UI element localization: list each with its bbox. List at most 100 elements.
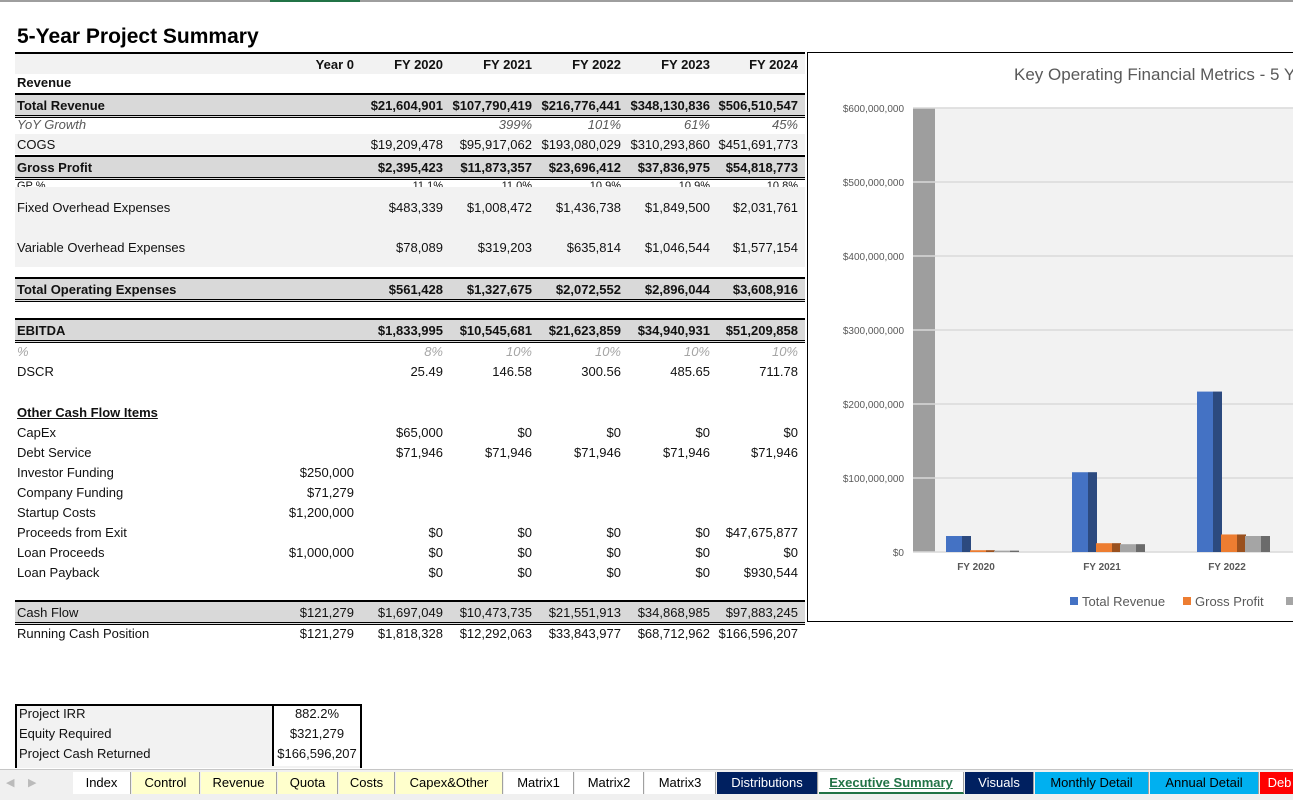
cell-value[interactable]: $21,604,901 xyxy=(354,98,443,113)
sheet-tab[interactable]: Index xyxy=(73,772,131,794)
cell-value[interactable]: $23,696,412 xyxy=(532,160,621,175)
sheet-tab[interactable]: Visuals xyxy=(965,772,1034,794)
cell-value[interactable]: $21,623,859 xyxy=(532,323,621,338)
cell-value[interactable]: $451,691,773 xyxy=(710,137,798,152)
sheet-tab[interactable]: Matrix2 xyxy=(575,772,644,794)
cell-value[interactable]: $216,776,441 xyxy=(532,98,621,113)
cell-value[interactable]: $0 xyxy=(443,545,532,560)
cell-value[interactable]: $121,279 xyxy=(287,605,354,620)
cell-value[interactable]: $71,946 xyxy=(532,445,621,460)
cell-value[interactable]: $51,209,858 xyxy=(710,323,798,338)
cell-value[interactable]: 25.49 xyxy=(354,364,443,379)
cell-value[interactable]: $2,031,761 xyxy=(710,200,798,215)
cell-value[interactable]: $11,873,357 xyxy=(443,160,532,175)
cell-value[interactable]: $0 xyxy=(621,545,710,560)
cell-value[interactable]: 45% xyxy=(710,117,798,132)
sheet-tab[interactable]: Matrix3 xyxy=(645,772,716,794)
cell-value[interactable]: $2,072,552 xyxy=(532,282,621,297)
cell-value[interactable]: $107,790,419 xyxy=(443,98,532,113)
sheet-tab[interactable]: Revenue xyxy=(201,772,277,794)
sheet-tab[interactable]: Monthly Detail xyxy=(1035,772,1149,794)
sheet-tab[interactable]: Quota xyxy=(278,772,338,794)
sheet-tab[interactable]: Costs xyxy=(339,772,395,794)
cell-value[interactable]: $71,946 xyxy=(710,445,798,460)
cell-value[interactable]: $65,000 xyxy=(354,425,443,440)
chart-key-metrics[interactable]: Key Operating Financial Metrics - 5 Ye $… xyxy=(807,52,1293,622)
sheet-tab[interactable]: Matrix1 xyxy=(504,772,574,794)
cell-value[interactable]: $0 xyxy=(710,545,798,560)
sheet-tab[interactable]: Deb xyxy=(1260,772,1293,794)
cell-value[interactable]: 10% xyxy=(621,344,710,359)
cell-value[interactable]: $34,940,931 xyxy=(621,323,710,338)
cell-value[interactable]: $0 xyxy=(532,545,621,560)
cell-value[interactable]: $1,327,675 xyxy=(443,282,532,297)
cell-value[interactable]: 10% xyxy=(710,344,798,359)
cell-value[interactable]: 399% xyxy=(443,117,532,132)
cell-value[interactable]: $319,203 xyxy=(443,240,532,255)
cell-value[interactable]: $1,000,000 xyxy=(287,545,354,560)
cell-value[interactable]: $2,395,423 xyxy=(354,160,443,175)
cell-value[interactable]: 101% xyxy=(532,117,621,132)
cell-value[interactable]: $71,946 xyxy=(621,445,710,460)
sheet-tab[interactable]: Annual Detail xyxy=(1150,772,1259,794)
cell-value[interactable]: $10,545,681 xyxy=(443,323,532,338)
cell-value[interactable]: $193,080,029 xyxy=(532,137,621,152)
cell-value[interactable]: $1,436,738 xyxy=(532,200,621,215)
cell-value[interactable]: 8% xyxy=(354,344,443,359)
sheet-tab[interactable]: Executive Summary xyxy=(819,772,964,794)
cell-value[interactable]: $1,577,154 xyxy=(710,240,798,255)
cell-value[interactable]: $3,608,916 xyxy=(710,282,798,297)
cell-value[interactable]: $0 xyxy=(443,565,532,580)
cell-value[interactable]: $0 xyxy=(443,525,532,540)
cell-value[interactable]: 10% xyxy=(532,344,621,359)
cell-value[interactable]: 10% xyxy=(443,344,532,359)
cell-value[interactable]: $0 xyxy=(710,425,798,440)
cell-value[interactable]: $37,836,975 xyxy=(621,160,710,175)
cell-value[interactable]: $0 xyxy=(532,525,621,540)
cell-value[interactable]: $78,089 xyxy=(354,240,443,255)
cell-value[interactable]: 485.65 xyxy=(621,364,710,379)
cell-value[interactable]: $97,883,245 xyxy=(710,605,798,620)
cell-value[interactable]: $0 xyxy=(621,425,710,440)
cell-value[interactable]: $1,008,472 xyxy=(443,200,532,215)
scroll-left-icon[interactable]: ◀ xyxy=(6,776,14,789)
cell-value[interactable]: $561,428 xyxy=(354,282,443,297)
cell-value[interactable]: $250,000 xyxy=(287,465,354,480)
cell-value[interactable]: $33,843,977 xyxy=(532,626,621,641)
cell-value[interactable]: $0 xyxy=(532,565,621,580)
cell-value[interactable]: $1,697,049 xyxy=(354,605,443,620)
cell-value[interactable]: $68,712,962 xyxy=(621,626,710,641)
cell-value[interactable]: $348,130,836 xyxy=(621,98,710,113)
cell-value[interactable]: $0 xyxy=(443,425,532,440)
cell-value[interactable]: $71,946 xyxy=(443,445,532,460)
cell-value[interactable]: $506,510,547 xyxy=(710,98,798,113)
cell-value[interactable]: $166,596,207 xyxy=(710,626,798,641)
sheet-tab[interactable]: Control xyxy=(132,772,200,794)
cell-value[interactable]: $0 xyxy=(354,545,443,560)
cell-value[interactable]: 61% xyxy=(621,117,710,132)
cell-value[interactable]: $12,292,063 xyxy=(443,626,532,641)
cell-value[interactable]: $21,551,913 xyxy=(532,605,621,620)
cell-value[interactable]: $71,946 xyxy=(354,445,443,460)
cell-value[interactable]: $95,917,062 xyxy=(443,137,532,152)
cell-value[interactable]: $1,818,328 xyxy=(354,626,443,641)
cell-value[interactable]: $635,814 xyxy=(532,240,621,255)
cell-value[interactable]: $930,544 xyxy=(710,565,798,580)
sheet-tab[interactable]: Distributions xyxy=(717,772,818,794)
cell-value[interactable]: $1,200,000 xyxy=(287,505,354,520)
cell-value[interactable]: $483,339 xyxy=(354,200,443,215)
cell-value[interactable]: $0 xyxy=(354,525,443,540)
cell-value[interactable]: $0 xyxy=(354,565,443,580)
cell-value[interactable]: $1,046,544 xyxy=(621,240,710,255)
cell-value[interactable]: 300.56 xyxy=(532,364,621,379)
cell-value[interactable]: $2,896,044 xyxy=(621,282,710,297)
cell-value[interactable]: 711.78 xyxy=(710,364,798,379)
sheet-tab[interactable]: Capex&Other xyxy=(396,772,503,794)
cell-value[interactable]: $34,868,985 xyxy=(621,605,710,620)
cell-value[interactable]: $10,473,735 xyxy=(443,605,532,620)
cell-value[interactable]: $121,279 xyxy=(287,626,354,641)
cell-value[interactable]: $0 xyxy=(621,565,710,580)
cell-value[interactable]: $54,818,773 xyxy=(710,160,798,175)
cell-value[interactable]: $1,849,500 xyxy=(621,200,710,215)
scroll-right-icon[interactable]: ▶ xyxy=(28,776,36,789)
